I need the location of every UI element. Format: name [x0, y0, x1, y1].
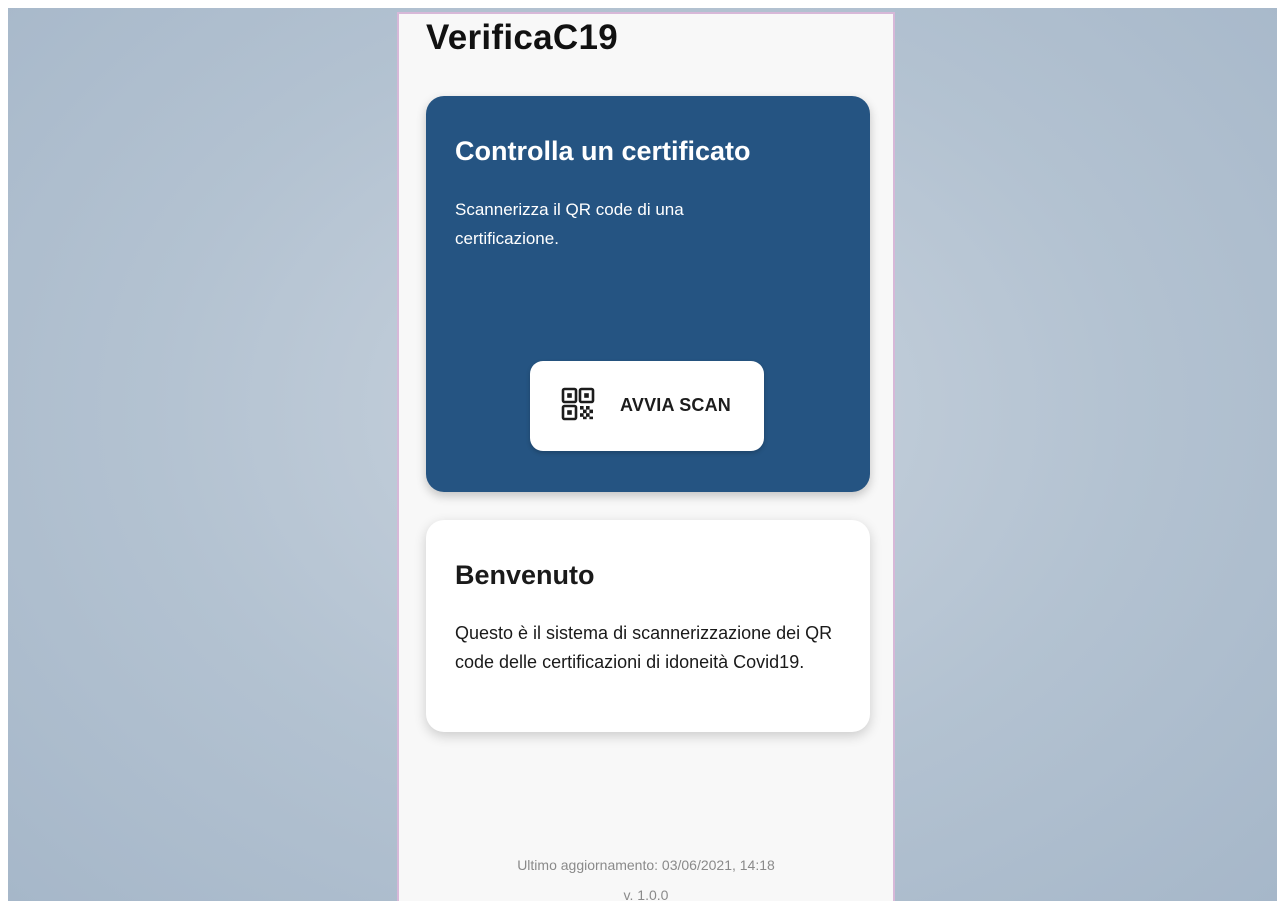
scan-card-title: Controlla un certificato	[455, 136, 751, 166]
last-update-text: Ultimo aggiornamento: 03/06/2021, 14:18	[517, 857, 775, 873]
welcome-card-description: Questo è il sistema di scannerizzazione …	[455, 623, 833, 672]
phone-screen: VerificaC19 Controlla un certificato Sca…	[397, 12, 895, 901]
app-title: VerificaC19	[426, 18, 619, 57]
scan-certificate-card: Controlla un certificato Scannerizza il …	[426, 96, 870, 492]
welcome-card: Benvenuto Questo è il sistema di scanner…	[426, 520, 870, 732]
qr-code-icon	[561, 387, 595, 421]
scan-card-description: Scannerizza il QR code di una certificaz…	[455, 200, 684, 248]
version-text: v. 1.0.0	[623, 887, 669, 901]
welcome-card-title: Benvenuto	[455, 560, 595, 590]
start-scan-button[interactable]: AVVIA SCAN	[530, 361, 764, 451]
start-scan-label: AVVIA SCAN	[620, 395, 732, 415]
